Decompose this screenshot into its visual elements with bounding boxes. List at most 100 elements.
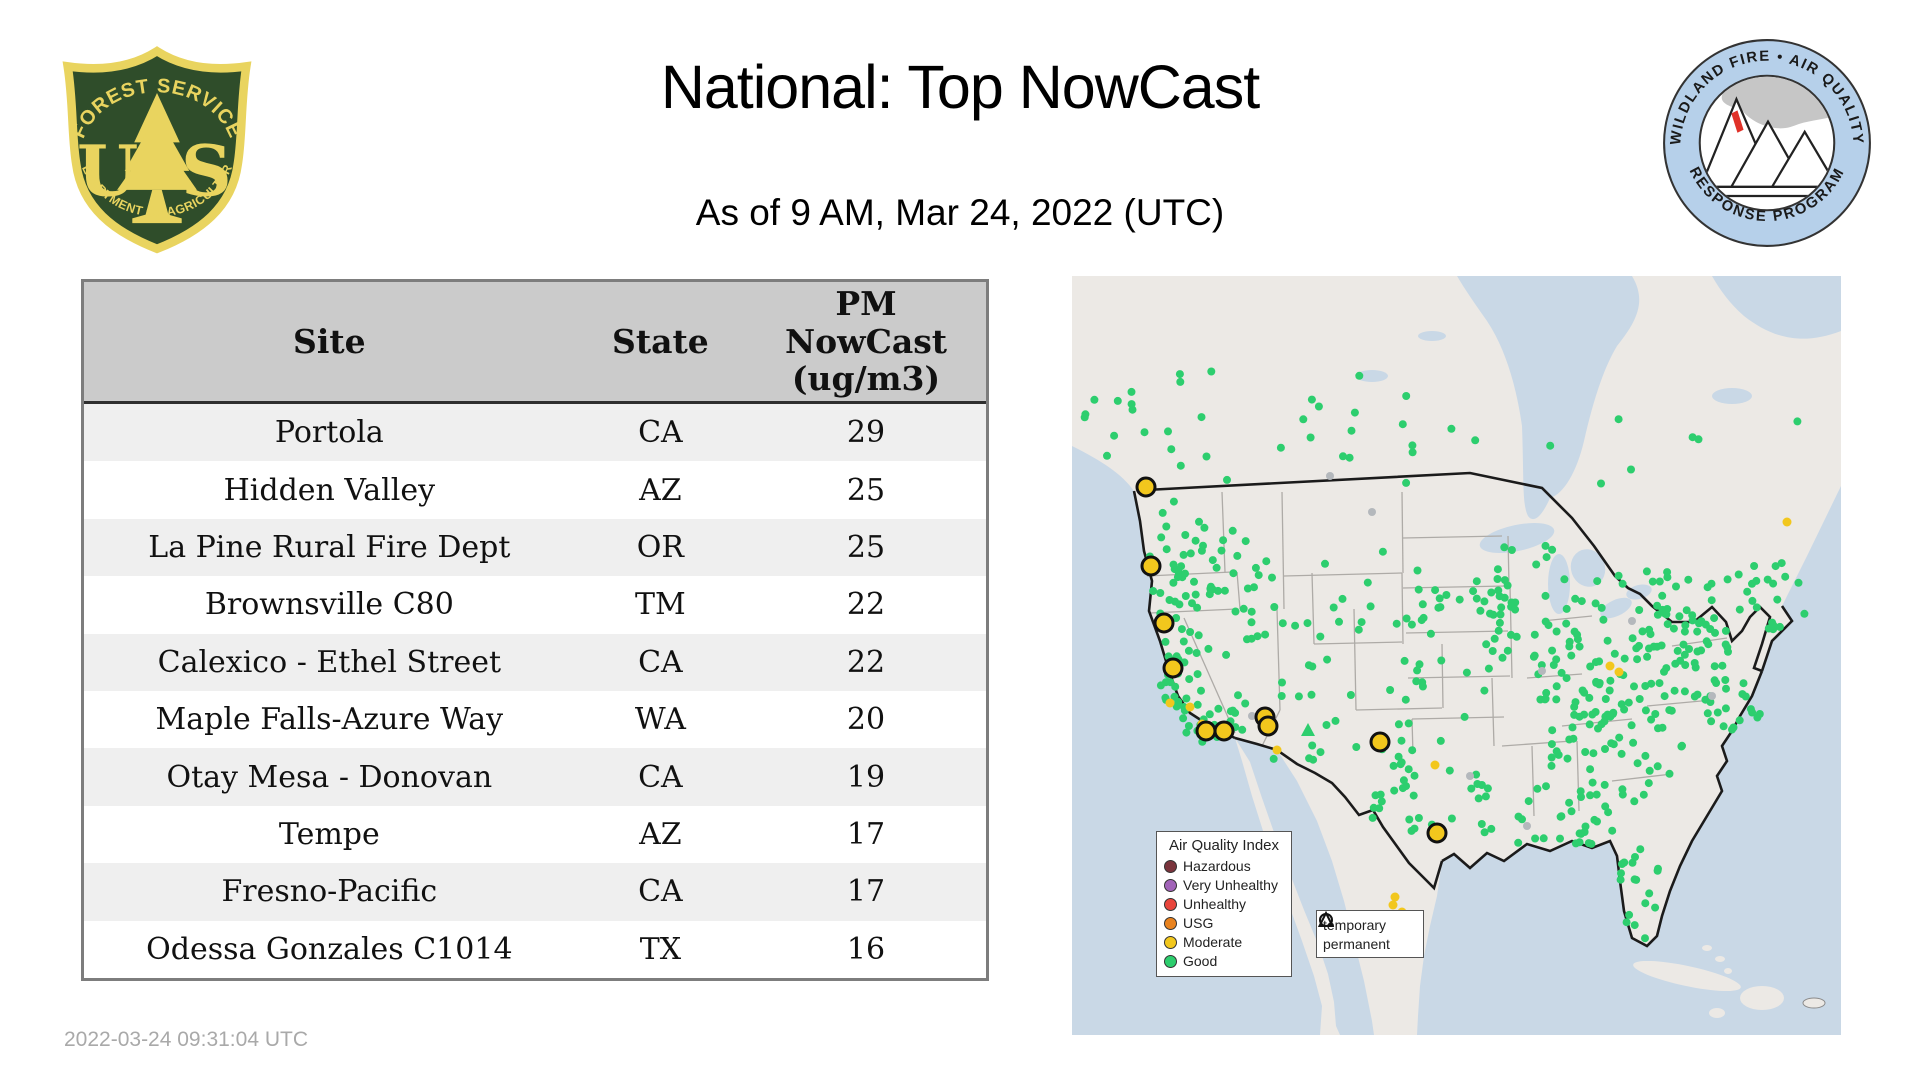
good-site-dot [1707,717,1716,726]
good-site-dot [1512,632,1521,641]
good-site-dot [1247,607,1256,616]
good-site-dot [1270,603,1279,611]
good-site-dot [1777,559,1786,568]
good-site-dot [1748,708,1757,717]
page: FOREST SERVICE U S DEPARTMENT OF AGRICUL… [0,0,1920,1080]
good-site-dot [1738,690,1747,699]
good-site-dot [1622,918,1631,927]
good-site-dot [1307,395,1316,404]
good-site-dot [1431,586,1440,595]
state-cell: CA [638,874,683,910]
good-site-dot [1724,647,1732,656]
good-site-dot [1480,686,1489,695]
good-site-dot [1639,790,1648,799]
good-site-dot [1628,634,1637,643]
good-site-dot [1530,651,1539,660]
good-site-dot [1322,721,1331,729]
good-site-dot [1418,682,1427,691]
good-site-dot [1462,668,1471,677]
good-site-dot [1110,431,1119,440]
good-site-dot [1179,637,1188,646]
good-site-dot [1394,720,1403,729]
good-site-dot [1599,615,1608,624]
good-site-dot [1208,556,1217,565]
good-site-dot [1254,571,1263,580]
good-site-dot [1162,522,1171,531]
good-site-dot [1408,448,1417,457]
good-site-dot [1212,563,1221,572]
good-site-dot [1627,721,1636,730]
good-site-dot [1368,813,1377,822]
good-site-dot [1140,428,1149,437]
good-site-dot [1204,644,1213,653]
good-site-dot [1665,769,1674,778]
aqi-legend-items: Hazardous Very Unhealthy Unhealthy USG Moder… [1164,858,1284,969]
moderate-site-dot [1165,698,1175,708]
table-header-row: Site State PM NowCast (ug/m3) [84,282,986,404]
site-cell: Hidden Valley [223,472,436,508]
good-site-dot [1396,760,1405,769]
site-cell: Maple Falls-Azure Way [155,702,504,738]
good-site-dot [1294,692,1303,701]
good-site-dot [1662,664,1671,673]
good-site-dot [1633,759,1642,768]
good-site-dot [1223,475,1231,484]
good-site-dot [1592,790,1601,799]
good-site-dot [1681,621,1690,630]
good-site-dot [1220,586,1229,595]
good-site-dot [1175,370,1184,379]
good-site-dot [1394,752,1403,761]
good-site-dot [1219,536,1228,545]
good-site-dot [1624,698,1633,707]
good-site-dot [1647,679,1656,688]
pm-value-cell: 17 [846,817,886,853]
good-site-dot [1409,791,1418,800]
table-row: Tempe AZ 17 [84,805,986,864]
top-site-marker [1257,715,1279,737]
good-site-dot [1472,594,1481,603]
good-site-dot [1193,603,1202,612]
good-site-dot [1149,587,1158,595]
good-site-dot [1402,614,1411,623]
good-site-dot [1484,664,1493,673]
good-site-dot [1552,682,1561,691]
good-site-dot [1658,591,1667,600]
good-site-dot [1472,577,1481,586]
legend-color-swatch [1164,935,1177,949]
good-site-dot [1460,712,1469,721]
good-site-dot [1605,686,1614,695]
good-site-dot [1615,733,1624,742]
pm-value-cell: 16 [846,931,886,967]
good-site-dot [1594,724,1602,733]
good-site-dot [1541,591,1550,600]
good-site-dot [1090,395,1099,404]
good-site-dot [1616,875,1625,884]
good-site-dot [1570,627,1579,636]
good-site-dot [1179,550,1188,559]
good-site-dot [1169,560,1178,569]
good-site-dot [1445,766,1454,775]
good-site-dot [1435,594,1444,603]
good-site-dot [1586,662,1595,671]
good-site-dot [1354,625,1363,634]
good-site-dot [1728,725,1736,734]
marker-legend-items: temporary permanent [1317,911,1417,953]
good-site-dot [1500,593,1509,602]
good-site-dot [1496,610,1505,619]
legend-color-swatch [1164,878,1177,892]
good-site-dot [1346,691,1355,699]
state-cell: TX [639,931,682,967]
top-site-marker [1195,720,1217,742]
good-site-dot [1181,592,1190,600]
table-body: Portola CA 29 Hidden Valley AZ 25 La Pine Rura… [84,404,986,979]
good-site-dot [1570,702,1579,711]
moderate-site-dot [1782,517,1792,527]
good-site-dot [1635,641,1643,650]
good-site-dot [1588,778,1597,787]
good-site-dot [1276,443,1285,452]
good-site-dot [1620,654,1629,663]
good-site-dot [1641,751,1650,760]
good-site-dot [1329,603,1338,612]
legend-item: USG [1164,915,1284,931]
good-site-dot [1630,682,1638,691]
